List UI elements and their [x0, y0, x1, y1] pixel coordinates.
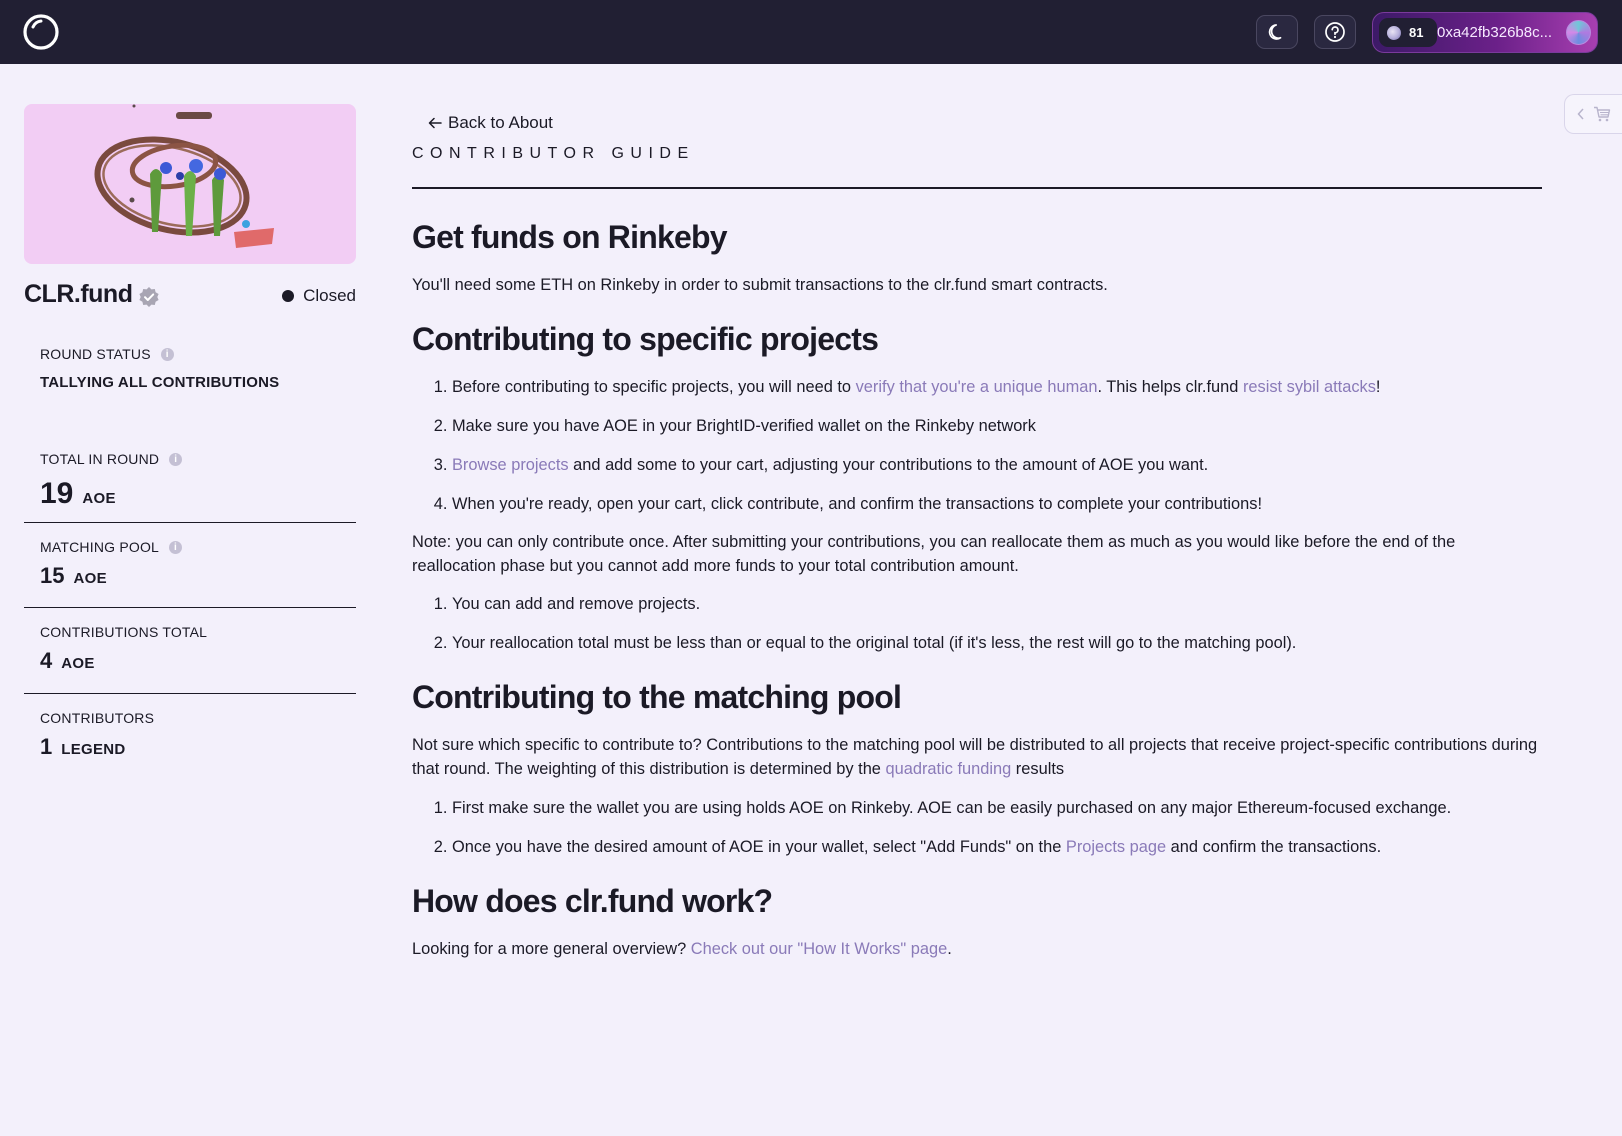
- round-status-block: ROUND STATUS i TALLYING ALL CONTRIBUTION…: [24, 324, 356, 432]
- list-item: When you're ready, open your cart, click…: [452, 492, 1542, 516]
- header-divider: [412, 187, 1542, 189]
- moon-icon: [1268, 24, 1282, 40]
- arrow-left-icon: [428, 117, 442, 129]
- stat-label: CONTRIBUTORS: [40, 710, 155, 726]
- help-icon: [1325, 22, 1345, 42]
- list-item: First make sure the wallet you are using…: [452, 796, 1542, 820]
- stat-total-in-round: TOTAL IN ROUND i 19 AOE: [24, 432, 356, 522]
- info-icon[interactable]: i: [169, 452, 183, 466]
- stat-value: 19: [40, 477, 74, 510]
- round-state-indicator: Closed: [282, 286, 356, 306]
- logo-icon[interactable]: [22, 13, 60, 51]
- round-state-label: Closed: [303, 286, 356, 305]
- round-illustration: [24, 104, 356, 264]
- matching-pool-text: Not sure which specific to contribute to…: [412, 733, 1542, 781]
- stat-label: TOTAL IN ROUND: [40, 451, 160, 467]
- stat-contributions-total: CONTRIBUTIONS TOTAL 4 AOE: [24, 608, 356, 693]
- cart-icon: [1594, 106, 1611, 122]
- list-item: Your reallocation total must be less tha…: [452, 631, 1542, 655]
- status-dot: [282, 290, 295, 302]
- list-item: You can add and remove projects.: [452, 592, 1542, 616]
- step-text: and confirm the transactions.: [1166, 838, 1382, 856]
- theme-toggle-button[interactable]: [1256, 15, 1298, 49]
- page-eyebrow: CONTRIBUTOR GUIDE: [412, 145, 695, 162]
- round-illustration-graphic: [94, 104, 274, 248]
- back-to-about-label: Back to About: [448, 113, 553, 132]
- stat-value: 15: [40, 563, 65, 588]
- wallet-button[interactable]: 81 0xa42fb326b8c...: [1372, 12, 1598, 53]
- paragraph-text: Looking for a more general overview?: [412, 940, 691, 958]
- stat-unit: AOE: [61, 655, 95, 672]
- paragraph-text: .: [947, 940, 952, 958]
- matching-pool-steps: First make sure the wallet you are using…: [452, 796, 1542, 859]
- sybil-attacks-link[interactable]: resist sybil attacks: [1243, 378, 1376, 396]
- info-icon[interactable]: i: [169, 540, 183, 554]
- balance-badge: 81: [1379, 18, 1437, 47]
- list-item: Browse projects and add some to your car…: [452, 453, 1542, 477]
- contribution-note: Note: you can only contribute once. Afte…: [412, 533, 1456, 575]
- specific-projects-steps: Before contributing to specific projects…: [452, 375, 1542, 516]
- reallocation-rules: You can add and remove projects. Your re…: [452, 592, 1542, 655]
- stat-contributors: CONTRIBUTORS 1 LEGEND: [24, 694, 356, 778]
- section-heading-matching-pool: Contributing to the matching pool: [412, 679, 902, 715]
- projects-page-link[interactable]: Projects page: [1066, 838, 1166, 856]
- step-text: . This helps clr.fund: [1097, 378, 1243, 396]
- wallet-address: 0xa42fb326b8c...: [1437, 24, 1553, 41]
- get-funds-text: You'll need some ETH on Rinkeby in order…: [412, 276, 1108, 294]
- stat-label: CONTRIBUTIONS TOTAL: [40, 624, 208, 640]
- round-name: CLR.fund: [24, 280, 133, 308]
- step-text: Once you have the desired amount of AOE …: [452, 838, 1066, 856]
- section-heading-get-funds: Get funds on Rinkeby: [412, 219, 728, 255]
- stat-matching-pool: MATCHING POOL i 15 AOE: [24, 523, 356, 607]
- stat-value: 1: [40, 734, 53, 759]
- verified-icon: [139, 287, 159, 307]
- step-text: and add some to your cart, adjusting you…: [568, 456, 1209, 474]
- stat-unit: AOE: [73, 570, 107, 587]
- stat-value: 4: [40, 648, 53, 673]
- paragraph-text: results: [1011, 760, 1065, 778]
- step-text: Before contributing to specific projects…: [452, 378, 856, 396]
- verify-human-link[interactable]: verify that you're a unique human: [856, 378, 1098, 396]
- round-sidebar: CLR.fund Closed ROUND STATUS i TALLYING …: [24, 104, 356, 778]
- token-icon: [1387, 25, 1401, 40]
- back-to-about-link[interactable]: Back to About: [412, 113, 1542, 133]
- top-navigation-bar: 81 0xa42fb326b8c...: [0, 0, 1622, 64]
- stat-label: MATCHING POOL: [40, 539, 160, 555]
- balance-amount: 81: [1409, 25, 1424, 40]
- wallet-avatar: [1566, 20, 1591, 45]
- cart-toggle-tab[interactable]: [1564, 94, 1622, 134]
- how-it-works-link[interactable]: Check out our "How It Works" page: [691, 940, 947, 958]
- round-status-value: TALLYING ALL CONTRIBUTIONS: [40, 374, 280, 391]
- info-icon[interactable]: i: [160, 347, 174, 361]
- round-status-label: ROUND STATUS: [40, 346, 151, 362]
- browse-projects-link[interactable]: Browse projects: [452, 456, 569, 474]
- list-item: Before contributing to specific projects…: [452, 375, 1542, 399]
- chevron-left-icon: [1577, 108, 1584, 120]
- contributor-guide-content: Back to About CONTRIBUTOR GUIDE Get fund…: [412, 104, 1542, 961]
- how-it-works-text: Looking for a more general overview? Che…: [412, 937, 1542, 961]
- list-item: Make sure you have AOE in your BrightID-…: [452, 414, 1542, 438]
- list-item: Once you have the desired amount of AOE …: [452, 835, 1542, 859]
- section-heading-specific-projects: Contributing to specific projects: [412, 321, 879, 357]
- help-button[interactable]: [1314, 15, 1356, 49]
- stat-unit: LEGEND: [61, 741, 126, 758]
- stat-unit: AOE: [82, 490, 116, 507]
- quadratic-funding-link[interactable]: quadratic funding: [885, 760, 1011, 778]
- section-heading-how-it-works: How does clr.fund work?: [412, 883, 773, 919]
- step-text: !: [1375, 378, 1381, 396]
